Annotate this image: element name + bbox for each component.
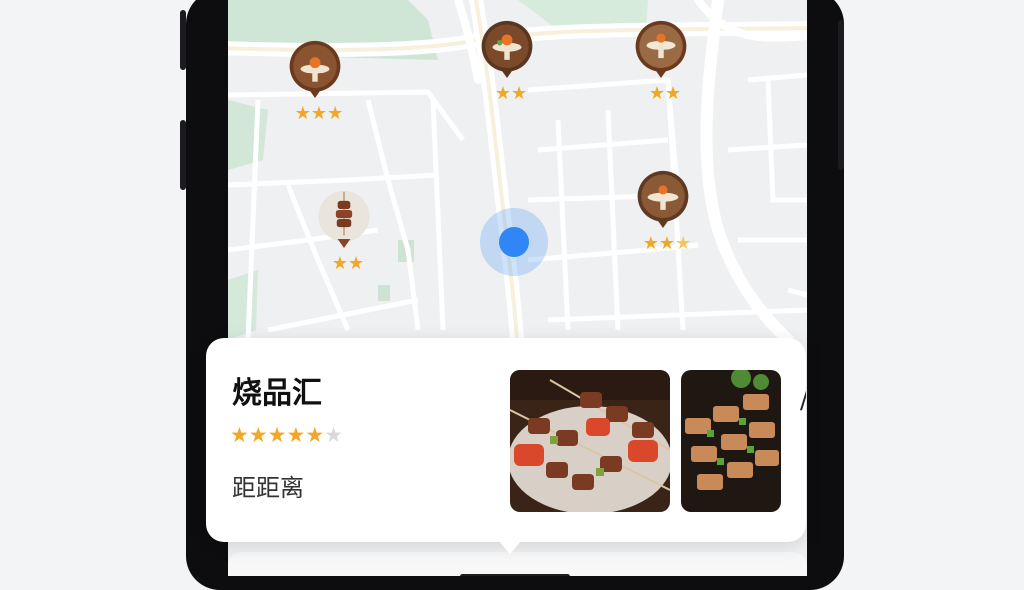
restaurant-pin[interactable]: ★★ [632, 20, 698, 103]
restaurant-name: 烧品汇 [232, 376, 322, 411]
restaurant-rating: ★★★★★★ [230, 423, 343, 447]
pin-rating: ★★★ [642, 233, 692, 254]
phone-side-button [838, 20, 844, 170]
skewer-photo-image [510, 370, 670, 512]
park-area [378, 285, 390, 301]
phone-side-button [180, 120, 186, 190]
skewer-thumbnail-icon [318, 190, 370, 248]
food-thumbnail-icon [289, 40, 341, 98]
restaurant-pin[interactable]: ★★ [315, 190, 381, 273]
restaurant-pin[interactable]: ★★★ [634, 170, 700, 253]
card-pointer [498, 540, 522, 554]
current-location-marker [480, 208, 548, 276]
food-photo[interactable] [510, 370, 670, 512]
pin-rating: ★★ [494, 83, 528, 104]
pin-rating: ★★ [648, 83, 682, 104]
restaurant-distance: 距距离 [232, 474, 304, 502]
skewer-photo-image [681, 370, 781, 512]
park-area [228, 270, 258, 340]
food-thumbnail-icon [637, 170, 689, 228]
phone-side-button [180, 10, 186, 70]
restaurant-pin[interactable]: ★★ [478, 20, 544, 103]
food-thumbnail-icon [635, 20, 687, 78]
star-empty-icon: ★ [324, 423, 343, 447]
star-filled-icon: ★ [248, 423, 268, 447]
restaurant-card[interactable]: 烧品汇 ★★★★★★ 距距离 [206, 338, 806, 542]
food-thumbnail-icon [481, 20, 533, 78]
park-area [228, 100, 268, 170]
restaurant-pin[interactable]: ★★★ [286, 40, 352, 123]
bottom-sheet[interactable] [228, 552, 807, 576]
star-filled-icon: ★ [286, 423, 306, 447]
star-filled-icon: ★ [230, 423, 249, 447]
star-filled-icon: ★ [267, 423, 287, 447]
pin-rating: ★★★ [294, 103, 344, 124]
location-dot-icon [499, 227, 529, 257]
next-card-peek: / [800, 386, 806, 414]
star-filled-icon: ★ [305, 423, 325, 447]
pin-rating: ★★ [331, 253, 365, 274]
food-photo[interactable] [681, 370, 781, 512]
